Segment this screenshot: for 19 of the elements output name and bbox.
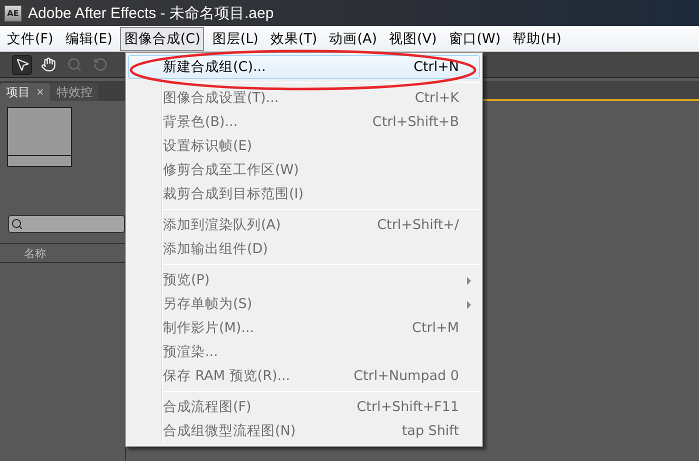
pointer-icon[interactable] — [12, 54, 32, 74]
menu-item[interactable]: 动画(A) — [325, 26, 381, 50]
search-field[interactable] — [8, 215, 125, 233]
app-icon: AE — [4, 4, 22, 22]
menu-item[interactable]: 文件(F) — [3, 26, 58, 50]
panel-tab[interactable]: 特效控 — [50, 83, 98, 101]
menu-item[interactable]: 视图(V) — [384, 26, 441, 50]
menu-item[interactable]: 帮助(H) — [508, 26, 566, 50]
search-icon — [11, 218, 23, 230]
menu-item[interactable]: 编辑(E) — [61, 26, 116, 50]
thumbnail — [7, 107, 72, 167]
menu-item[interactable]: 效果(T) — [266, 26, 322, 50]
menu-item[interactable]: 图层(L) — [208, 26, 262, 50]
panel-tab[interactable]: 项目 × — [0, 83, 50, 101]
menu-item[interactable]: 窗口(W) — [444, 26, 505, 50]
window-title: Adobe After Effects - 未命名项目.aep — [28, 4, 274, 22]
menu-option[interactable]: 新建合成组(C)... Ctrl+N — [128, 55, 480, 79]
menu-item[interactable]: 图像合成(C) — [120, 26, 204, 50]
column-header: 名称 — [24, 246, 46, 260]
